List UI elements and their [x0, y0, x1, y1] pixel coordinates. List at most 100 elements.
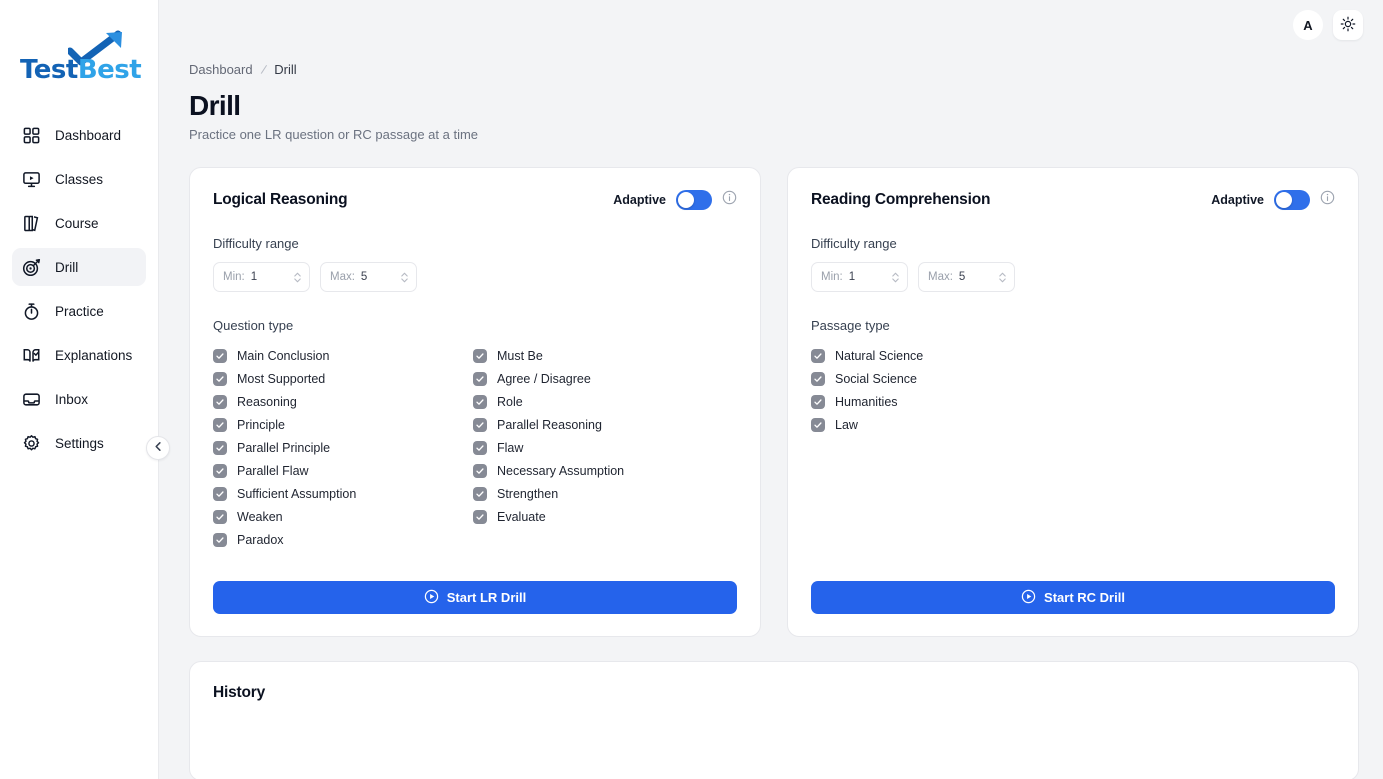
rc-adaptive-info-circle-icon[interactable] [1320, 190, 1335, 210]
lr-question-type-label: Necessary Assumption [497, 463, 625, 478]
sidebar-item-dashboard[interactable]: Dashboard [12, 116, 146, 154]
lr-max-difficulty-input[interactable]: Max: 5 [320, 262, 417, 292]
lr-question-type-label: Question type [213, 318, 294, 333]
start-lr-drill-button[interactable]: Start LR Drill [213, 581, 737, 614]
sidebar-item-course[interactable]: Course [12, 204, 146, 242]
sidebar-item-label: Drill [55, 259, 79, 275]
lr-question-type-row[interactable]: Sufficient Assumption [213, 482, 473, 505]
sidebar-item-settings[interactable]: Settings [12, 424, 146, 462]
lr-question-type-row[interactable]: Role [473, 390, 733, 413]
breadcrumb: Dashboard / Drill [189, 62, 1359, 77]
checkbox-checked-icon[interactable] [213, 486, 227, 501]
lr-question-type-row[interactable]: Most Supported [213, 367, 473, 390]
lr-adaptive-label: Adaptive [613, 193, 666, 207]
rc-min-tag: Min: [821, 271, 843, 283]
lr-min-difficulty-input[interactable]: Min: 1 [213, 262, 310, 292]
logical-reasoning-card: Logical Reasoning Adaptive Difficulty ra… [189, 167, 761, 637]
checkbox-checked-icon[interactable] [473, 440, 487, 455]
checkbox-checked-icon[interactable] [473, 371, 487, 386]
lr-question-type-row[interactable]: Main Conclusion [213, 344, 473, 367]
lr-question-type-label: Agree / Disagree [497, 371, 591, 386]
rc-passage-type-column: Natural Science Social Science Humanities L… [811, 344, 1071, 436]
sidebar-item-label: Inbox [55, 391, 89, 407]
lr-question-type-row[interactable]: Principle [213, 413, 473, 436]
lr-question-type-row[interactable]: Flaw [473, 436, 733, 459]
checkbox-checked-icon[interactable] [811, 417, 825, 432]
topbar: A [159, 0, 1383, 50]
rc-min-stepper[interactable] [891, 271, 900, 284]
brand-logo[interactable]: TestBest [0, 0, 158, 110]
checkbox-checked-icon[interactable] [213, 509, 227, 524]
lr-question-type-row[interactable]: Parallel Reasoning [473, 413, 733, 436]
rc-max-difficulty-input[interactable]: Max: 5 [918, 262, 1015, 292]
lr-adaptive-info-circle-icon[interactable] [722, 190, 737, 210]
lr-question-type-label: Most Supported [237, 371, 326, 386]
books-icon [22, 214, 41, 233]
sidebar-item-explanations[interactable]: Explanations [12, 336, 146, 374]
rc-difficulty-range: Min: 1 Max: 5 [811, 262, 1335, 292]
checkbox-checked-icon[interactable] [213, 394, 227, 409]
stopwatch-icon [22, 302, 41, 321]
lr-question-type-row[interactable]: Weaken [213, 505, 473, 528]
start-rc-drill-button[interactable]: Start RC Drill [811, 581, 1335, 614]
checkbox-checked-icon[interactable] [811, 394, 825, 409]
sidebar-item-classes[interactable]: Classes [12, 160, 146, 198]
sidebar-collapse-button[interactable] [146, 436, 170, 460]
checkbox-checked-icon[interactable] [213, 417, 227, 432]
rc-passage-type-row[interactable]: Social Science [811, 367, 1071, 390]
sidebar-item-inbox[interactable]: Inbox [12, 380, 146, 418]
checkbox-checked-icon[interactable] [213, 532, 227, 547]
lr-question-type-row[interactable]: Paradox [213, 528, 473, 551]
rc-passage-type-row[interactable]: Law [811, 413, 1071, 436]
checkbox-checked-icon[interactable] [213, 440, 227, 455]
checkbox-checked-icon[interactable] [473, 394, 487, 409]
checkbox-checked-icon[interactable] [213, 463, 227, 478]
inbox-icon [22, 390, 41, 409]
lr-question-type-row[interactable]: Necessary Assumption [473, 459, 733, 482]
checkbox-checked-icon[interactable] [213, 348, 227, 363]
breadcrumb-dashboard[interactable]: Dashboard [189, 62, 253, 77]
play-circle-icon [1021, 589, 1036, 607]
checkbox-checked-icon[interactable] [811, 371, 825, 386]
lr-question-type-row[interactable]: Reasoning [213, 390, 473, 413]
lr-question-type-row[interactable]: Agree / Disagree [473, 367, 733, 390]
rc-passage-type-list: Natural Science Social Science Humanities L… [811, 344, 1335, 436]
checkbox-checked-icon[interactable] [213, 371, 227, 386]
lr-question-type-label: Paradox [237, 532, 284, 547]
lr-min-tag: Min: [223, 271, 245, 283]
page-content: Dashboard / Drill Drill Practice one LR … [159, 62, 1383, 779]
sidebar-item-drill[interactable]: Drill [12, 248, 146, 286]
checkbox-checked-icon[interactable] [811, 348, 825, 363]
theme-toggle-button[interactable] [1333, 10, 1363, 40]
rc-passage-type-label: Law [835, 417, 858, 432]
lr-question-type-row[interactable]: Evaluate [473, 505, 733, 528]
rc-max-stepper[interactable] [998, 271, 1007, 284]
lr-question-type-label: Principle [237, 417, 285, 432]
checkbox-checked-icon[interactable] [473, 486, 487, 501]
lr-question-type-label: Parallel Reasoning [497, 417, 602, 432]
checkbox-checked-icon[interactable] [473, 417, 487, 432]
lr-question-type-row[interactable]: Must Be [473, 344, 733, 367]
lr-max-stepper[interactable] [400, 271, 409, 284]
rc-adaptive-toggle[interactable] [1274, 190, 1310, 210]
breadcrumb-drill[interactable]: Drill [274, 62, 296, 77]
lr-difficulty-range: Min: 1 Max: 5 [213, 262, 737, 292]
font-size-button[interactable]: A [1293, 10, 1323, 40]
rc-passage-type-row[interactable]: Humanities [811, 390, 1071, 413]
checkbox-checked-icon[interactable] [473, 463, 487, 478]
toggle-knob [678, 192, 694, 208]
lr-question-type-row[interactable]: Parallel Flaw [213, 459, 473, 482]
drill-cards: Logical Reasoning Adaptive Difficulty ra… [189, 167, 1359, 637]
lr-min-stepper[interactable] [293, 271, 302, 284]
sidebar-item-label: Explanations [55, 347, 133, 363]
lr-question-type-row[interactable]: Parallel Principle [213, 436, 473, 459]
checkbox-checked-icon[interactable] [473, 348, 487, 363]
rc-passage-type-row[interactable]: Natural Science [811, 344, 1071, 367]
lr-question-type-row[interactable]: Strengthen [473, 482, 733, 505]
page-subtitle: Practice one LR question or RC passage a… [189, 127, 479, 142]
checkbox-checked-icon[interactable] [473, 509, 487, 524]
sidebar-item-practice[interactable]: Practice [12, 292, 146, 330]
lr-adaptive-toggle[interactable] [676, 190, 712, 210]
start-lr-drill-label: Start LR Drill [446, 590, 527, 605]
rc-min-difficulty-input[interactable]: Min: 1 [811, 262, 908, 292]
